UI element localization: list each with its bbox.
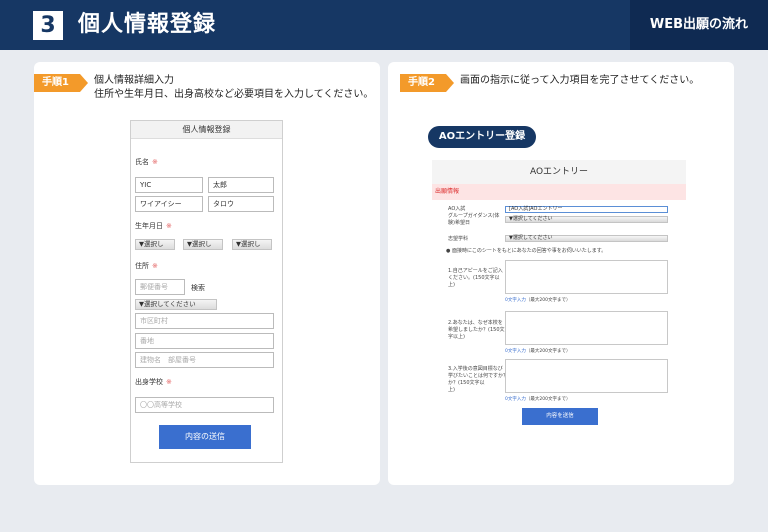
interview-instruction: ● 面接時にこのシートをもとにあなたの回答や事をお伺いいたします。 (446, 248, 606, 255)
ao-entry-pill: AOエントリー登録 (428, 126, 536, 148)
submit-button[interactable]: 内容の送信 (159, 425, 251, 449)
city-input[interactable]: 市区町村 (135, 313, 274, 329)
birth-day-select[interactable]: ▼選択し (232, 239, 272, 250)
department-select[interactable]: ▼選択してください (505, 235, 668, 242)
ao-submit-button[interactable]: 内容を送信 (522, 408, 598, 425)
birth-month-select[interactable]: ▼選択し (183, 239, 223, 250)
page-header: 3 個人情報登録 WEB出願の流れ (0, 0, 768, 50)
search-button[interactable]: 検索 (191, 283, 205, 293)
q2-label: 2.あなたは、なぜ本校を 希望しましたか？(150文 字以上) (448, 320, 505, 341)
school-label: 出身学校※ (135, 377, 172, 387)
school-input[interactable]: 〇〇高等学校 (135, 397, 274, 413)
page-title: 個人情報登録 (78, 10, 216, 40)
ao-entry-form: AOエントリー 出願情報 AO入試 グループガイダンス(体 験)希望日 [AO入… (432, 160, 686, 430)
step1-line1: 個人情報詳細入力 (94, 74, 373, 88)
q3-textarea[interactable] (505, 359, 668, 393)
step1-panel: 手順1 個人情報詳細入力 住所や生年月日、出身高校など必要項目を入力してください… (34, 62, 380, 485)
step2-tag: 手順2 (400, 74, 446, 92)
q1-label: 1.自己アピールをご記入 ください。(150文字以 上) (448, 268, 503, 289)
name-label: 氏名※ (135, 157, 158, 167)
step1-line2: 住所や生年月日、出身高校など必要項目を入力してください。 (94, 88, 373, 102)
street-input[interactable]: 番地 (135, 333, 274, 349)
building-input[interactable]: 建物名 部屋番号 (135, 352, 274, 368)
guidance-select[interactable]: [AO入試]AOエントリー (505, 206, 668, 213)
ao-form-title: AOエントリー (432, 160, 686, 184)
q3-label: 3.入学後の意図目標なび 学びたいことは何ですか？ か？(150文字以 上) (448, 366, 508, 394)
department-label: 志望学科 (448, 236, 468, 243)
first-name-kana-input[interactable]: タロウ (208, 196, 274, 212)
step2-panel: 手順2 画面の指示に従って入力項目を完了させてください。 AOエントリー登録 A… (388, 62, 734, 485)
step2-description: 画面の指示に従って入力項目を完了させてください。 (460, 74, 699, 88)
last-name-kana-input[interactable]: ワイアイシー (135, 196, 203, 212)
address-label: 住所※ (135, 261, 158, 271)
birth-label: 生年月日※ (135, 221, 172, 231)
guidance-date-select[interactable]: ▼選択してください (505, 216, 668, 223)
birth-year-select[interactable]: ▼選択し (135, 239, 175, 250)
q2-char-count: 0文字入力（最大200文字まで） (505, 348, 570, 354)
required-mark: ※ (152, 158, 158, 166)
form-title: 個人情報登録 (131, 121, 282, 139)
last-name-input[interactable]: YIC (135, 177, 203, 193)
application-section: 出願情報 (432, 184, 686, 200)
step1-description: 個人情報詳細入力 住所や生年月日、出身高校など必要項目を入力してください。 (94, 74, 373, 102)
q2-textarea[interactable] (505, 311, 668, 345)
web-flow-link[interactable]: WEB出願の流れ (630, 0, 768, 50)
q1-textarea[interactable] (505, 260, 668, 294)
postal-code-input[interactable]: 郵便番号 (135, 279, 185, 295)
personal-info-form: 個人情報登録 氏名※ YIC 太郎 ワイアイシー タロウ 生年月日※ ▼選択し … (130, 120, 283, 463)
q3-char-count: 0文字入力（最大200文字まで） (505, 396, 570, 402)
step1-tag: 手順1 (34, 74, 80, 92)
step-number-badge: 3 (33, 11, 63, 40)
guidance-label: AO入試 グループガイダンス(体 験)希望日 (448, 206, 499, 227)
q1-char-count: 0文字入力（最大200文字まで） (505, 297, 570, 303)
prefecture-select[interactable]: ▼選択してください (135, 299, 217, 310)
first-name-input[interactable]: 太郎 (208, 177, 274, 193)
